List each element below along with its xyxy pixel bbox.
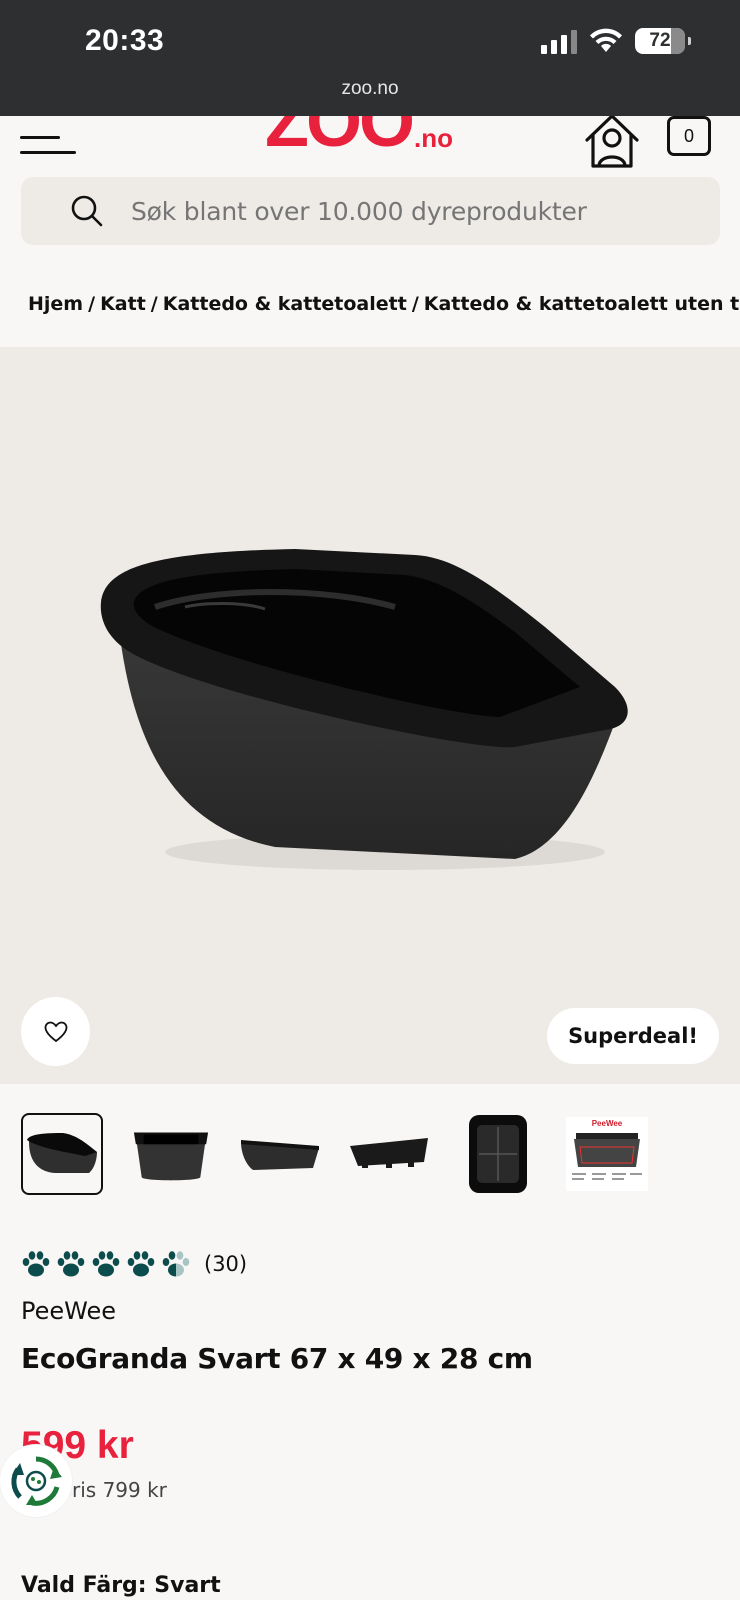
- paw-icon: [22, 1251, 50, 1277]
- product-rating[interactable]: (30): [21, 1249, 247, 1279]
- status-icons: 72: [541, 28, 691, 54]
- url-text[interactable]: zoo.no: [0, 78, 740, 100]
- user-house-icon[interactable]: [584, 116, 640, 170]
- product-hero: Superdeal!: [0, 347, 740, 1084]
- search-icon[interactable]: [69, 193, 105, 229]
- product-brand[interactable]: PeeWee: [21, 1297, 116, 1325]
- breadcrumb-cat[interactable]: Katt: [100, 293, 146, 315]
- heart-icon: [44, 1021, 67, 1042]
- status-time: 20:33: [85, 24, 165, 57]
- paw-icon: [57, 1251, 85, 1277]
- signal-icon: [541, 28, 577, 54]
- thumbnail-6-brand: PeeWee: [592, 1119, 623, 1128]
- wifi-icon: [590, 28, 622, 52]
- thumbnail-2[interactable]: [130, 1113, 212, 1195]
- eco-badge[interactable]: [0, 1445, 72, 1517]
- breadcrumb-open-litter-boxes[interactable]: Kattedo & kattetoalett uten tak: [424, 293, 740, 315]
- thumbnail-5[interactable]: [457, 1113, 539, 1195]
- thumbnail-6[interactable]: PeeWee: [566, 1113, 648, 1195]
- hamburger-icon[interactable]: [20, 126, 78, 166]
- breadcrumb-home[interactable]: Hjem: [28, 293, 83, 315]
- wishlist-button[interactable]: [21, 997, 90, 1066]
- battery-level: 72: [649, 30, 671, 51]
- site-logo[interactable]: ZOO .no: [265, 116, 453, 158]
- thumbnail-gallery: PeeWee: [21, 1113, 648, 1195]
- paw-icon: [127, 1251, 155, 1277]
- logo-suffix: .no: [414, 123, 453, 153]
- battery-icon: 72: [635, 28, 691, 54]
- status-bar: 20:33 72 zoo.no: [0, 0, 740, 116]
- rating-count: (30): [204, 1252, 248, 1276]
- thumbnail-4[interactable]: [348, 1113, 430, 1195]
- cart-button[interactable]: 0: [667, 116, 711, 156]
- site-header: ZOO .no 0: [0, 116, 740, 176]
- thumbnail-1[interactable]: [21, 1113, 103, 1195]
- paw-half-icon: [162, 1251, 190, 1277]
- logo-main: ZOO: [265, 116, 415, 162]
- breadcrumb: Hjem / Katt / Kattedo & kattetoalett / Kattedo…: [28, 293, 740, 315]
- recycle-eco-icon: [11, 1456, 62, 1506]
- paw-icon: [92, 1251, 120, 1277]
- cart-count: 0: [683, 125, 694, 146]
- breadcrumb-litter-boxes[interactable]: Kattedo & kattetoalett: [163, 293, 407, 315]
- product-title: EcoGranda Svart 67 x 49 x 28 cm: [21, 1342, 533, 1375]
- selected-variant: Vald Färg: Svart: [21, 1573, 221, 1598]
- thumbnail-3[interactable]: [239, 1113, 321, 1195]
- superdeal-badge: Superdeal!: [547, 1008, 719, 1064]
- product-image[interactable]: [95, 547, 645, 887]
- search-bar[interactable]: [21, 177, 720, 245]
- search-input[interactable]: [131, 196, 691, 226]
